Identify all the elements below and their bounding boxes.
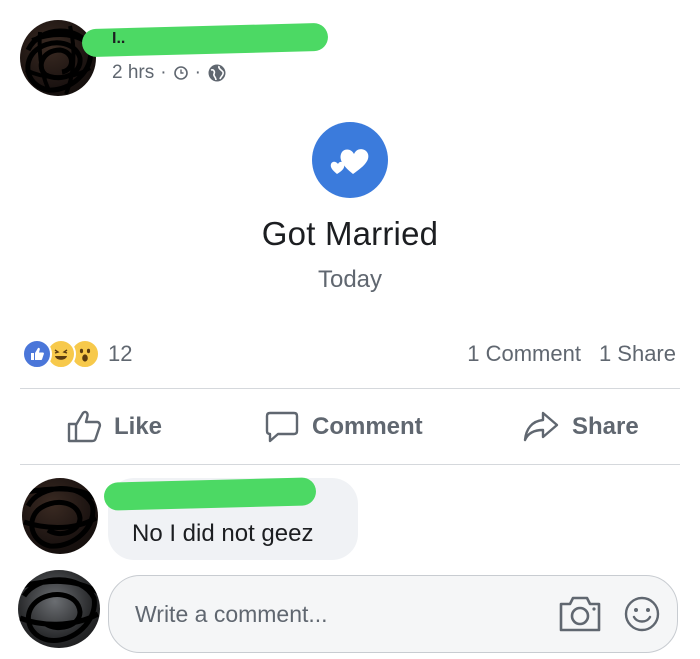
comment-input[interactable] (133, 599, 517, 629)
comment-icon (265, 411, 299, 443)
poster-name-fragment: I.. (112, 30, 126, 47)
post-meta: 2 hrs · · (112, 62, 227, 84)
hearts-icon (330, 149, 369, 174)
life-event-icon (312, 122, 388, 198)
camera-icon[interactable] (557, 594, 603, 634)
emoji-icon[interactable] (623, 595, 661, 633)
share-button[interactable]: Share (522, 410, 639, 444)
divider-bottom (20, 464, 680, 465)
viewer-avatar (18, 570, 100, 648)
reaction-summary[interactable]: 12 (22, 339, 132, 369)
meta-separator-2: · (194, 62, 201, 83)
share-arrow-icon (523, 411, 559, 442)
comment-count[interactable]: 1 Comment (467, 341, 581, 367)
poster-avatar[interactable] (20, 20, 96, 96)
like-reaction-icon (22, 339, 52, 369)
comment-label: Comment (312, 413, 423, 440)
thumbs-up-icon (67, 410, 102, 443)
clock-icon (173, 66, 188, 80)
post-timestamp[interactable]: 2 hrs (112, 62, 154, 84)
life-event-title: Got Married (261, 215, 439, 252)
divider-top (20, 388, 680, 389)
globe-icon[interactable] (207, 63, 227, 83)
post-stats: 1 Comment 1 Share (467, 341, 676, 367)
meta-separator: · (160, 62, 167, 83)
comment-composer[interactable] (108, 575, 678, 653)
scribble-redaction (23, 486, 98, 549)
scribble-redaction (19, 577, 100, 643)
share-label: Share (572, 413, 639, 440)
life-event-date: Today (317, 266, 383, 293)
share-count[interactable]: 1 Share (599, 341, 676, 367)
like-label: Like (114, 413, 163, 440)
reaction-count: 12 (108, 341, 133, 366)
commenter-avatar[interactable] (22, 478, 98, 554)
comment-text: No I did not geez (132, 520, 314, 547)
comment-button[interactable]: Comment (264, 410, 423, 444)
scribble-redaction (25, 25, 94, 95)
commenter-name-redaction (103, 477, 317, 511)
like-button[interactable]: Like (66, 410, 162, 444)
